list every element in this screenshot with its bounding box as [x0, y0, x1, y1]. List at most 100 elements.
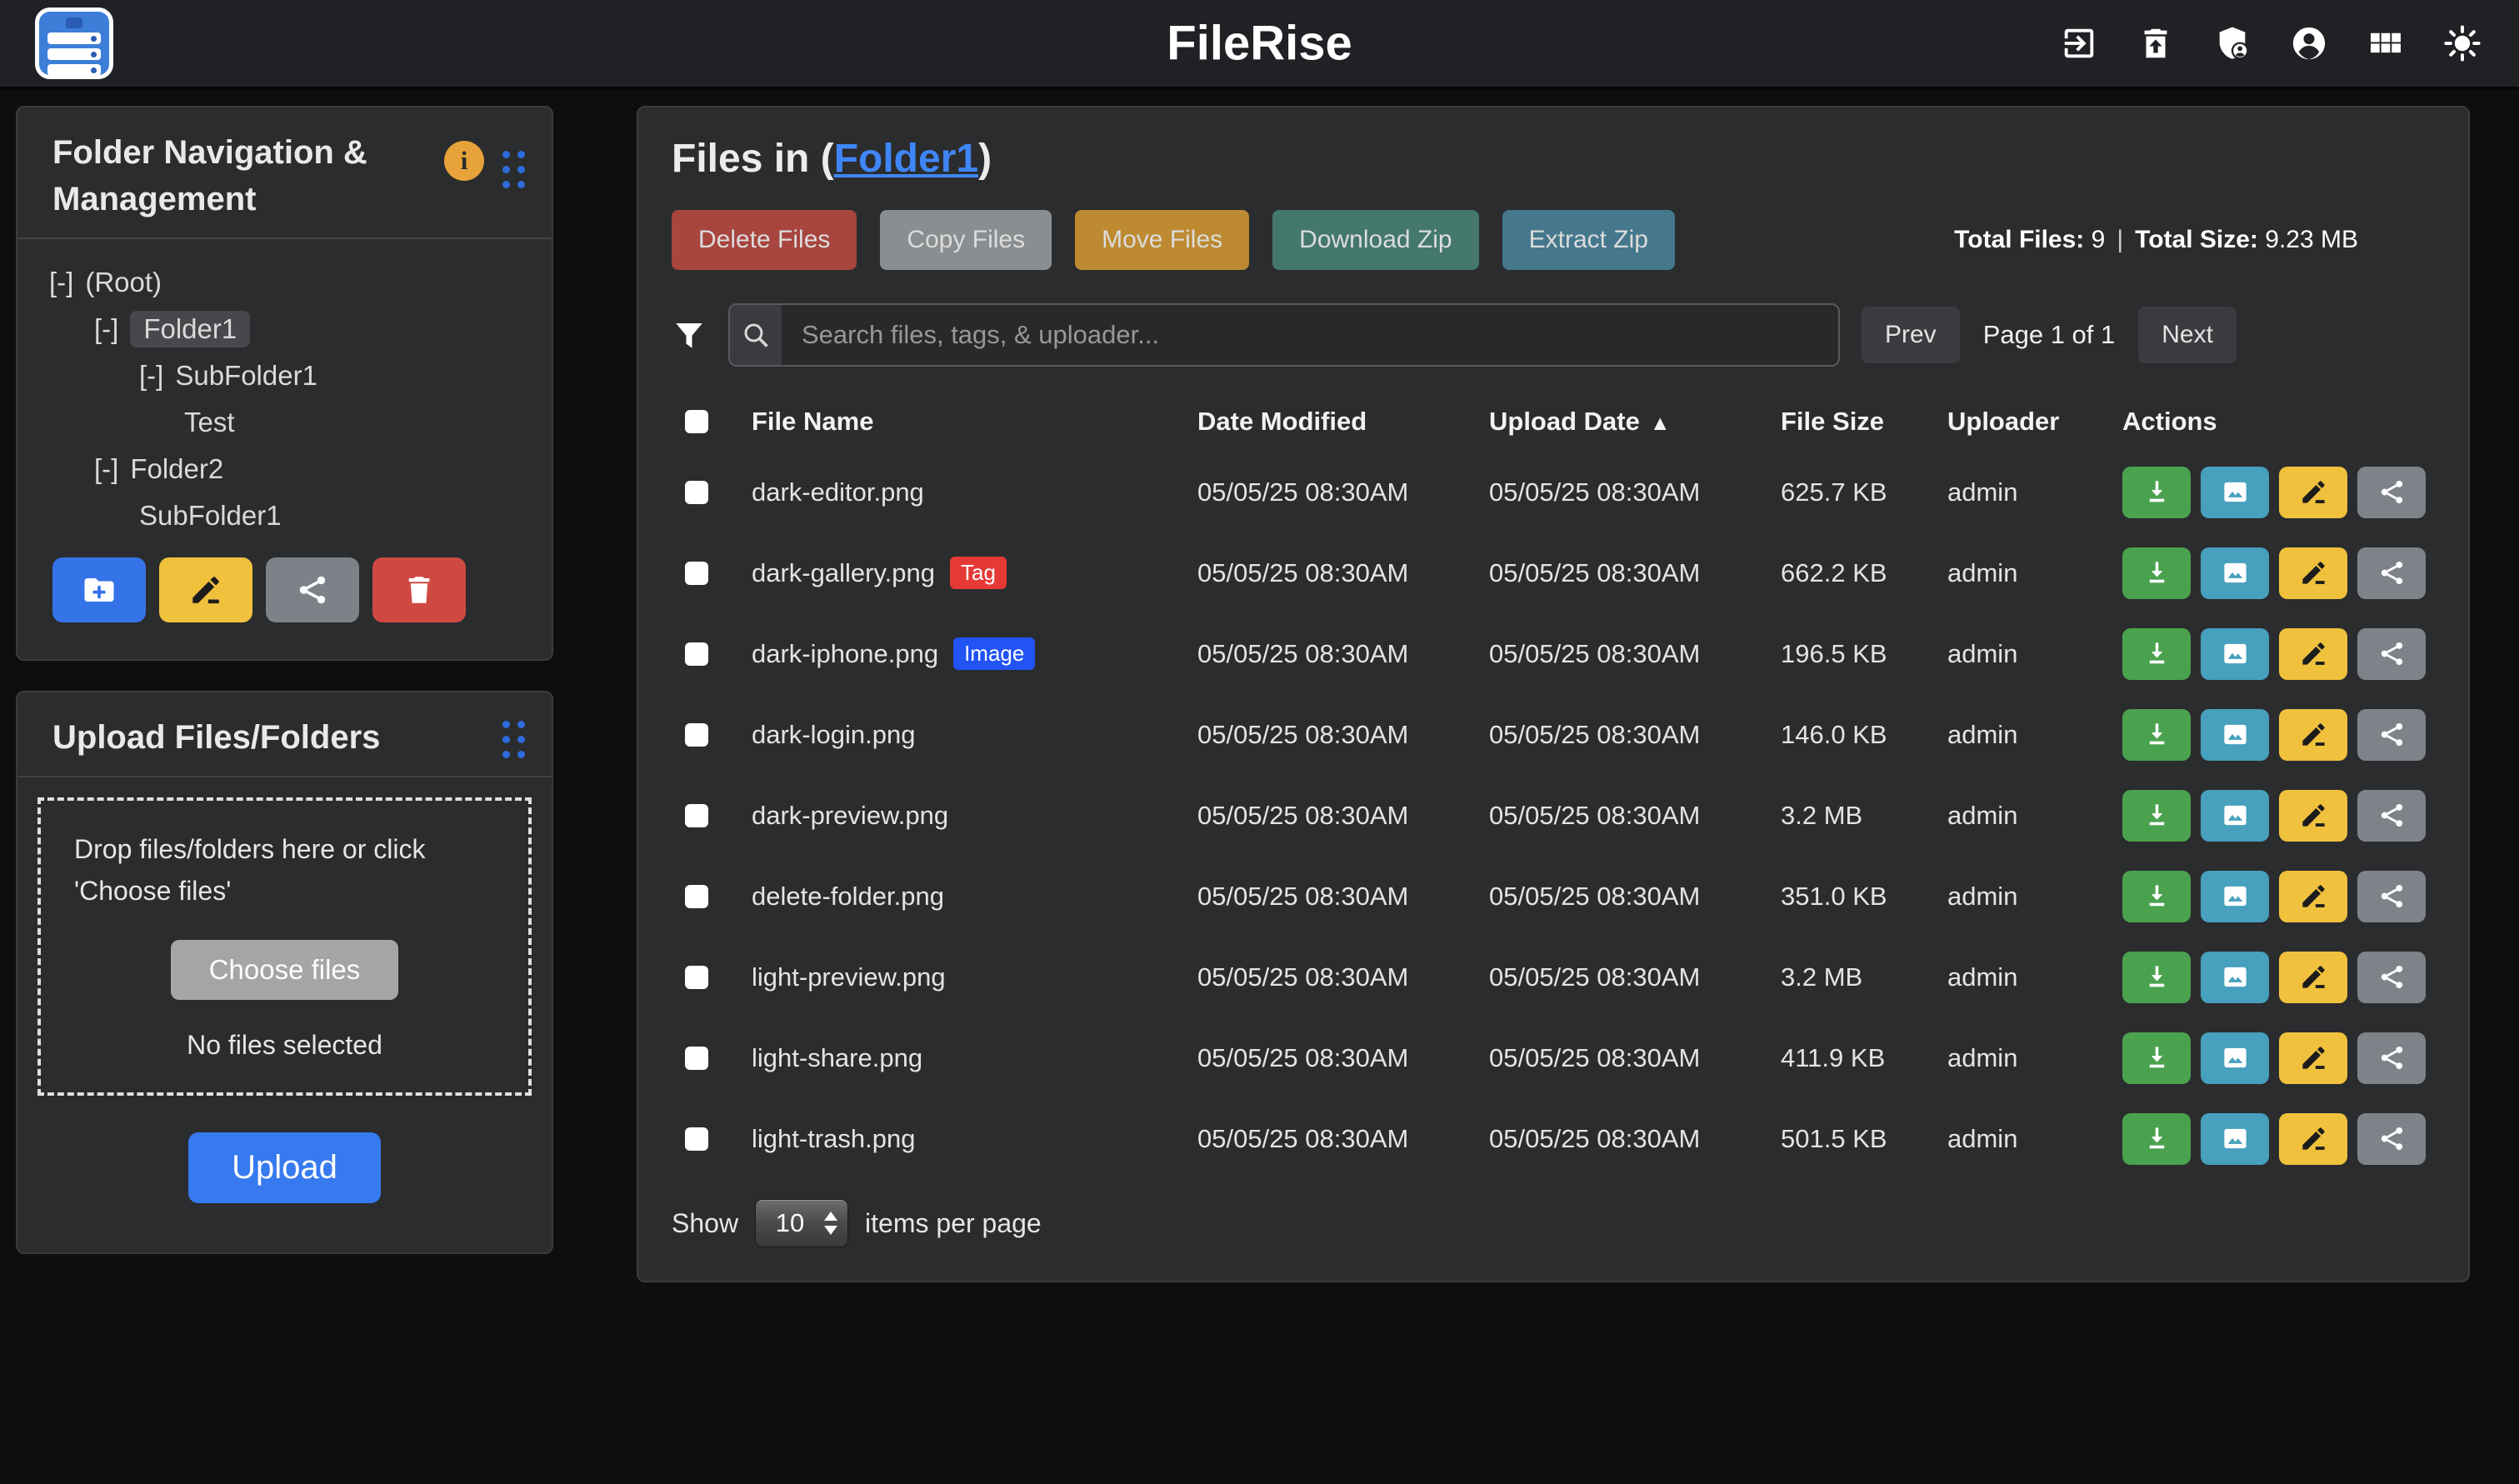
- apps-grid-icon[interactable]: [2366, 23, 2406, 63]
- tree-item-folder1[interactable]: [-] Folder1: [37, 306, 535, 352]
- rename-file-button[interactable]: [2279, 547, 2347, 599]
- file-name[interactable]: light-preview.png: [752, 962, 946, 992]
- delete-folder-button[interactable]: [372, 557, 466, 622]
- file-name[interactable]: delete-folder.png: [752, 882, 944, 912]
- move-files-button[interactable]: Move Files: [1075, 210, 1249, 270]
- admin-shield-icon[interactable]: [2212, 23, 2252, 63]
- tree-label[interactable]: Test: [184, 407, 235, 438]
- delete-files-button[interactable]: Delete Files: [672, 210, 857, 270]
- rename-file-button[interactable]: [2279, 628, 2347, 680]
- tree-label[interactable]: SubFolder1: [175, 360, 317, 392]
- choose-files-button[interactable]: Choose files: [171, 940, 399, 1000]
- filter-icon[interactable]: [672, 317, 707, 352]
- preview-file-button[interactable]: [2201, 1032, 2269, 1084]
- file-name[interactable]: dark-editor.png: [752, 477, 924, 507]
- file-name[interactable]: light-share.png: [752, 1043, 922, 1073]
- col-upload-date[interactable]: Upload Date▲: [1489, 407, 1781, 437]
- preview-file-button[interactable]: [2201, 871, 2269, 922]
- upload-button[interactable]: Upload: [188, 1132, 381, 1203]
- row-checkbox[interactable]: [685, 481, 708, 504]
- info-icon[interactable]: i: [444, 141, 484, 181]
- upload-dropzone[interactable]: Drop files/folders here or click 'Choose…: [37, 797, 532, 1096]
- rename-file-button[interactable]: [2279, 709, 2347, 761]
- tree-label[interactable]: (Root): [85, 267, 162, 298]
- current-folder-link[interactable]: Folder1: [834, 137, 978, 181]
- items-per-page-select[interactable]: 10: [755, 1199, 848, 1247]
- rename-file-button[interactable]: [2279, 1113, 2347, 1165]
- user-account-icon[interactable]: [2289, 23, 2329, 63]
- tree-toggle[interactable]: [-]: [139, 360, 163, 392]
- rename-file-button[interactable]: [2279, 952, 2347, 1003]
- tree-toggle[interactable]: [-]: [94, 453, 118, 485]
- share-file-button[interactable]: [2357, 790, 2426, 842]
- rename-file-button[interactable]: [2279, 1032, 2347, 1084]
- share-file-button[interactable]: [2357, 628, 2426, 680]
- share-file-button[interactable]: [2357, 871, 2426, 922]
- preview-file-button[interactable]: [2201, 467, 2269, 518]
- tree-toggle[interactable]: [-]: [94, 313, 118, 345]
- select-all-checkbox[interactable]: [685, 410, 708, 433]
- extract-zip-button[interactable]: Extract Zip: [1502, 210, 1675, 270]
- col-uploader[interactable]: Uploader: [1947, 407, 2122, 437]
- rename-file-button[interactable]: [2279, 790, 2347, 842]
- share-file-button[interactable]: [2357, 952, 2426, 1003]
- filerise-logo-icon[interactable]: [35, 7, 113, 79]
- file-name[interactable]: dark-login.png: [752, 720, 915, 750]
- copy-files-button[interactable]: Copy Files: [880, 210, 1052, 270]
- file-name[interactable]: dark-gallery.png: [752, 558, 935, 588]
- row-checkbox[interactable]: [685, 562, 708, 585]
- drag-handle-icon[interactable]: [502, 721, 525, 758]
- next-page-button[interactable]: Next: [2138, 307, 2237, 363]
- row-checkbox[interactable]: [685, 804, 708, 827]
- share-folder-button[interactable]: [266, 557, 359, 622]
- preview-file-button[interactable]: [2201, 1113, 2269, 1165]
- tree-toggle[interactable]: [-]: [49, 267, 73, 298]
- rename-folder-button[interactable]: [159, 557, 252, 622]
- prev-page-button[interactable]: Prev: [1862, 307, 1960, 363]
- tree-item-folder2[interactable]: [-] Folder2: [37, 446, 535, 492]
- row-checkbox[interactable]: [685, 642, 708, 666]
- file-name[interactable]: dark-preview.png: [752, 801, 948, 831]
- download-zip-button[interactable]: Download Zip: [1272, 210, 1478, 270]
- col-file-name[interactable]: File Name: [752, 407, 1197, 437]
- row-checkbox[interactable]: [685, 723, 708, 747]
- row-checkbox[interactable]: [685, 1127, 708, 1151]
- preview-file-button[interactable]: [2201, 628, 2269, 680]
- share-file-button[interactable]: [2357, 1032, 2426, 1084]
- download-file-button[interactable]: [2122, 1032, 2191, 1084]
- tree-item-root[interactable]: [-] (Root): [37, 259, 535, 306]
- download-file-button[interactable]: [2122, 1113, 2191, 1165]
- row-checkbox[interactable]: [685, 1047, 708, 1070]
- row-checkbox[interactable]: [685, 966, 708, 989]
- download-file-button[interactable]: [2122, 871, 2191, 922]
- tree-item-subfolder1[interactable]: [-] SubFolder1: [37, 352, 535, 399]
- rename-file-button[interactable]: [2279, 467, 2347, 518]
- preview-file-button[interactable]: [2201, 790, 2269, 842]
- preview-file-button[interactable]: [2201, 952, 2269, 1003]
- rename-file-button[interactable]: [2279, 871, 2347, 922]
- download-file-button[interactable]: [2122, 467, 2191, 518]
- drag-handle-icon[interactable]: [502, 151, 525, 188]
- create-folder-button[interactable]: [52, 557, 146, 622]
- file-name[interactable]: light-trash.png: [752, 1124, 915, 1154]
- download-file-button[interactable]: [2122, 709, 2191, 761]
- tree-item-test[interactable]: Test: [37, 399, 535, 446]
- logout-icon[interactable]: [2059, 23, 2099, 63]
- file-name[interactable]: dark-iphone.png: [752, 639, 938, 669]
- tree-label[interactable]: Folder2: [130, 453, 223, 485]
- tree-label[interactable]: SubFolder1: [139, 500, 282, 532]
- download-file-button[interactable]: [2122, 790, 2191, 842]
- search-input[interactable]: [782, 305, 1838, 365]
- col-date-modified[interactable]: Date Modified: [1197, 407, 1489, 437]
- trash-restore-icon[interactable]: [2136, 23, 2176, 63]
- preview-file-button[interactable]: [2201, 547, 2269, 599]
- tree-label[interactable]: Folder1: [130, 311, 250, 347]
- share-file-button[interactable]: [2357, 547, 2426, 599]
- share-file-button[interactable]: [2357, 1113, 2426, 1165]
- share-file-button[interactable]: [2357, 467, 2426, 518]
- download-file-button[interactable]: [2122, 952, 2191, 1003]
- preview-file-button[interactable]: [2201, 709, 2269, 761]
- row-checkbox[interactable]: [685, 885, 708, 908]
- download-file-button[interactable]: [2122, 628, 2191, 680]
- brightness-icon[interactable]: [2442, 23, 2482, 63]
